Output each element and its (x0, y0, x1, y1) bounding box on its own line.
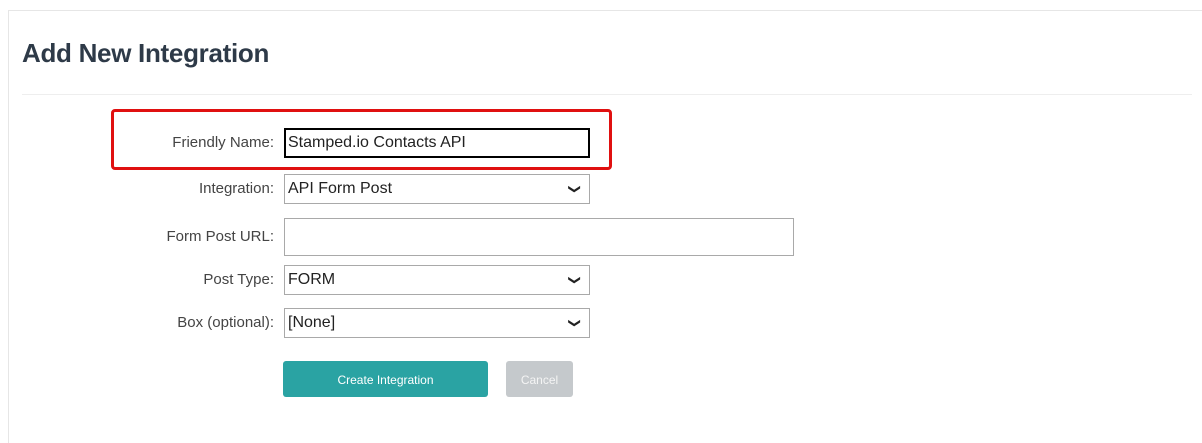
chevron-down-icon: ❯ (568, 274, 582, 286)
form-post-url-row: Form Post URL: (0, 218, 900, 256)
box-value: [None] (288, 314, 336, 331)
post-type-value: FORM (288, 271, 336, 288)
box-select[interactable]: [None] ❯ (284, 308, 590, 338)
post-type-select[interactable]: FORM ❯ (284, 265, 590, 295)
form-post-url-label: Form Post URL: (166, 228, 274, 245)
chevron-down-icon: ❯ (568, 317, 582, 329)
title-divider (22, 94, 1192, 95)
integration-select[interactable]: API Form Post ❯ (284, 174, 590, 204)
form-post-url-input[interactable] (284, 218, 794, 256)
cancel-button[interactable]: Cancel (506, 361, 573, 397)
post-type-row: Post Type: FORM ❯ (0, 265, 900, 295)
integration-row: Integration: API Form Post ❯ (0, 174, 900, 204)
highlight-annotation (111, 109, 612, 170)
page-title: Add New Integration (22, 38, 270, 68)
post-type-label: Post Type: (203, 271, 274, 288)
integration-label: Integration: (198, 180, 274, 197)
chevron-down-icon: ❯ (568, 183, 582, 195)
box-label: Box (optional): (177, 314, 274, 331)
box-row: Box (optional): [None] ❯ (0, 308, 900, 338)
integration-value: API Form Post (288, 180, 393, 197)
create-integration-button[interactable]: Create Integration (283, 361, 488, 397)
